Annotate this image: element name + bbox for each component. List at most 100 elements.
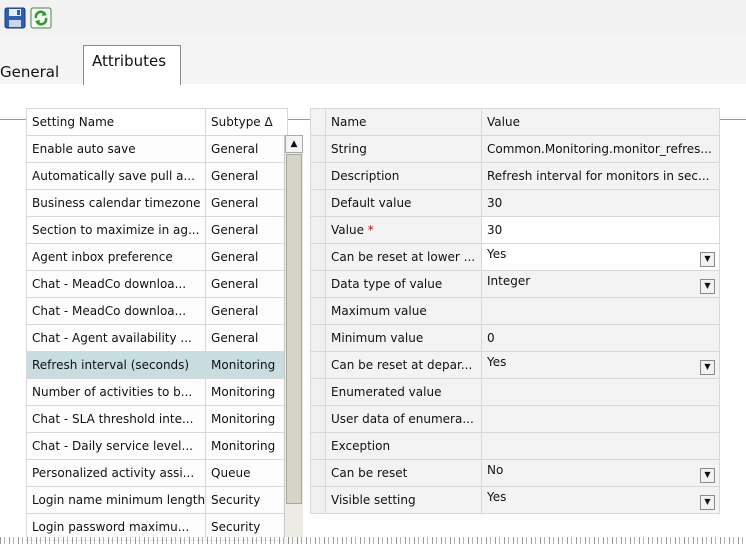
subtype-cell: General <box>205 162 289 190</box>
property-row[interactable]: Default value 30 <box>310 189 720 217</box>
setting-name-cell: Business calendar timezone <box>25 189 207 217</box>
subtype-cell: Queue <box>205 459 289 487</box>
property-row[interactable]: String Common.Monitoring.monitor_refres..… <box>310 135 720 163</box>
setting-name-cell: Chat - Daily service level... <box>25 432 207 460</box>
property-value-cell <box>481 297 720 325</box>
property-name-label: Can be reset at lower ... <box>331 250 476 264</box>
dropdown-arrow-icon[interactable]: ▼ <box>700 252 715 267</box>
property-row[interactable]: Enumerated value <box>310 378 720 406</box>
tab-attributes[interactable]: Attributes <box>83 45 181 85</box>
property-row[interactable]: Minimum value 0 <box>310 324 720 352</box>
setting-name-cell: Chat - MeadCo downloa... <box>25 297 207 325</box>
property-row[interactable]: Can be reset at lower ... ▼ Yes <box>310 243 720 271</box>
subtype-cell: Monitoring <box>205 405 289 433</box>
dropdown-arrow-icon[interactable]: ▼ <box>700 495 715 510</box>
table-row[interactable]: Section to maximize in ag... General <box>25 216 289 244</box>
tab-general[interactable]: General <box>0 63 59 81</box>
property-name-label: Default value <box>331 196 412 210</box>
properties-table: Name Value String Common.Monitoring.monit… <box>310 108 720 514</box>
property-row[interactable]: Can be reset at depar... ▼ Yes <box>310 351 720 379</box>
setting-name-cell: Refresh interval (seconds) <box>25 351 207 379</box>
subtype-cell: General <box>205 270 289 298</box>
setting-name-cell: Chat - Agent availability ... <box>25 324 207 352</box>
property-name-cell: Visible setting <box>325 486 482 514</box>
scroll-thumb[interactable] <box>286 154 302 504</box>
property-row[interactable]: Can be reset ▼ No <box>310 459 720 487</box>
subtype-cell: Security <box>205 486 289 514</box>
property-name-label: Exception <box>331 439 391 453</box>
property-name-cell: String <box>325 135 482 163</box>
subtype-cell: Monitoring <box>205 351 289 379</box>
setting-name-cell: Number of activities to b... <box>25 378 207 406</box>
property-name-label: String <box>331 142 367 156</box>
property-name-label: User data of enumera... <box>331 412 474 426</box>
property-name-label: Can be reset <box>331 466 408 480</box>
settings-scrollbar[interactable]: ▲ <box>284 135 303 544</box>
dropdown-arrow-icon[interactable]: ▼ <box>700 468 715 483</box>
property-value-dropdown[interactable]: ▼ Integer <box>481 270 720 298</box>
table-row-selected[interactable]: Refresh interval (seconds) Monitoring <box>25 351 289 379</box>
table-row[interactable]: Number of activities to b... Monitoring <box>25 378 289 406</box>
property-name-label: Description <box>331 169 400 183</box>
property-name-label: Data type of value <box>331 277 443 291</box>
table-row[interactable]: Login name minimum length Security <box>25 486 289 514</box>
property-row[interactable]: User data of enumera... <box>310 405 720 433</box>
property-value-input[interactable]: 30 <box>481 216 720 244</box>
property-value-dropdown[interactable]: ▼ Yes <box>481 243 720 271</box>
property-name-cell: Can be reset at lower ... <box>325 243 482 271</box>
property-value-cell: 30 <box>481 189 720 217</box>
refresh-icon[interactable] <box>30 7 52 29</box>
table-row[interactable]: Personalized activity assi... Queue <box>25 459 289 487</box>
scroll-up-arrow-icon[interactable]: ▲ <box>285 135 303 153</box>
table-row[interactable]: Enable auto save General <box>25 135 289 163</box>
subtype-cell: Monitoring <box>205 432 289 460</box>
setting-name-cell: Enable auto save <box>25 135 207 163</box>
table-row[interactable]: Chat - MeadCo downloa... General <box>25 270 289 298</box>
table-row[interactable]: Chat - Daily service level... Monitoring <box>25 432 289 460</box>
table-row[interactable]: Chat - MeadCo downloa... General <box>25 297 289 325</box>
property-name-cell: Default value <box>325 189 482 217</box>
property-row[interactable]: Description Refresh interval for monitors… <box>310 162 720 190</box>
subtype-cell: General <box>205 243 289 271</box>
property-name-label: Maximum value <box>331 304 427 318</box>
property-value-cell <box>481 432 720 460</box>
subtype-cell: General <box>205 297 289 325</box>
setting-name-cell: Chat - SLA threshold inte... <box>25 405 207 433</box>
property-name-cell: Description <box>325 162 482 190</box>
property-row[interactable]: Data type of value ▼ Integer <box>310 270 720 298</box>
property-value-dropdown[interactable]: ▼ No <box>481 459 720 487</box>
property-row[interactable]: Exception <box>310 432 720 460</box>
property-value-cell: Common.Monitoring.monitor_refres... <box>481 135 720 163</box>
property-row[interactable]: Maximum value <box>310 297 720 325</box>
property-value-text: No <box>487 463 504 477</box>
property-name-cell: Minimum value <box>325 324 482 352</box>
column-header-subtype[interactable]: Subtype Δ <box>205 108 289 136</box>
table-row[interactable]: Automatically save pull a... General <box>25 162 289 190</box>
table-row[interactable]: Chat - SLA threshold inte... Monitoring <box>25 405 289 433</box>
table-row[interactable]: Chat - Agent availability ... General <box>25 324 289 352</box>
column-header-name[interactable]: Name <box>325 108 482 136</box>
property-row[interactable]: Value * 30 <box>310 216 720 244</box>
rendering-artifact-strip <box>0 537 746 544</box>
property-row[interactable]: Visible setting ▼ Yes <box>310 486 720 514</box>
subtype-cell: General <box>205 189 289 217</box>
column-header-setting-name[interactable]: Setting Name <box>25 108 207 136</box>
property-value-text: Common.Monitoring.monitor_refres... <box>487 142 712 156</box>
column-header-value[interactable]: Value <box>481 108 720 136</box>
property-value-cell <box>481 378 720 406</box>
required-indicator: * <box>367 223 374 237</box>
property-value-dropdown[interactable]: ▼ Yes <box>481 486 720 514</box>
property-value-dropdown[interactable]: ▼ Yes <box>481 351 720 379</box>
save-icon[interactable] <box>4 7 26 29</box>
table-row[interactable]: Agent inbox preference General <box>25 243 289 271</box>
property-name-label: Value <box>331 223 364 237</box>
property-value-text: Refresh interval for monitors in sec... <box>487 169 710 183</box>
setting-name-cell: Automatically save pull a... <box>25 162 207 190</box>
dropdown-arrow-icon[interactable]: ▼ <box>700 279 715 294</box>
dropdown-arrow-icon[interactable]: ▼ <box>700 360 715 375</box>
setting-name-cell: Personalized activity assi... <box>25 459 207 487</box>
property-name-cell: Value * <box>325 216 482 244</box>
property-value-text: Yes <box>487 355 507 369</box>
property-value-text: 30 <box>487 223 503 237</box>
table-row[interactable]: Business calendar timezone General <box>25 189 289 217</box>
